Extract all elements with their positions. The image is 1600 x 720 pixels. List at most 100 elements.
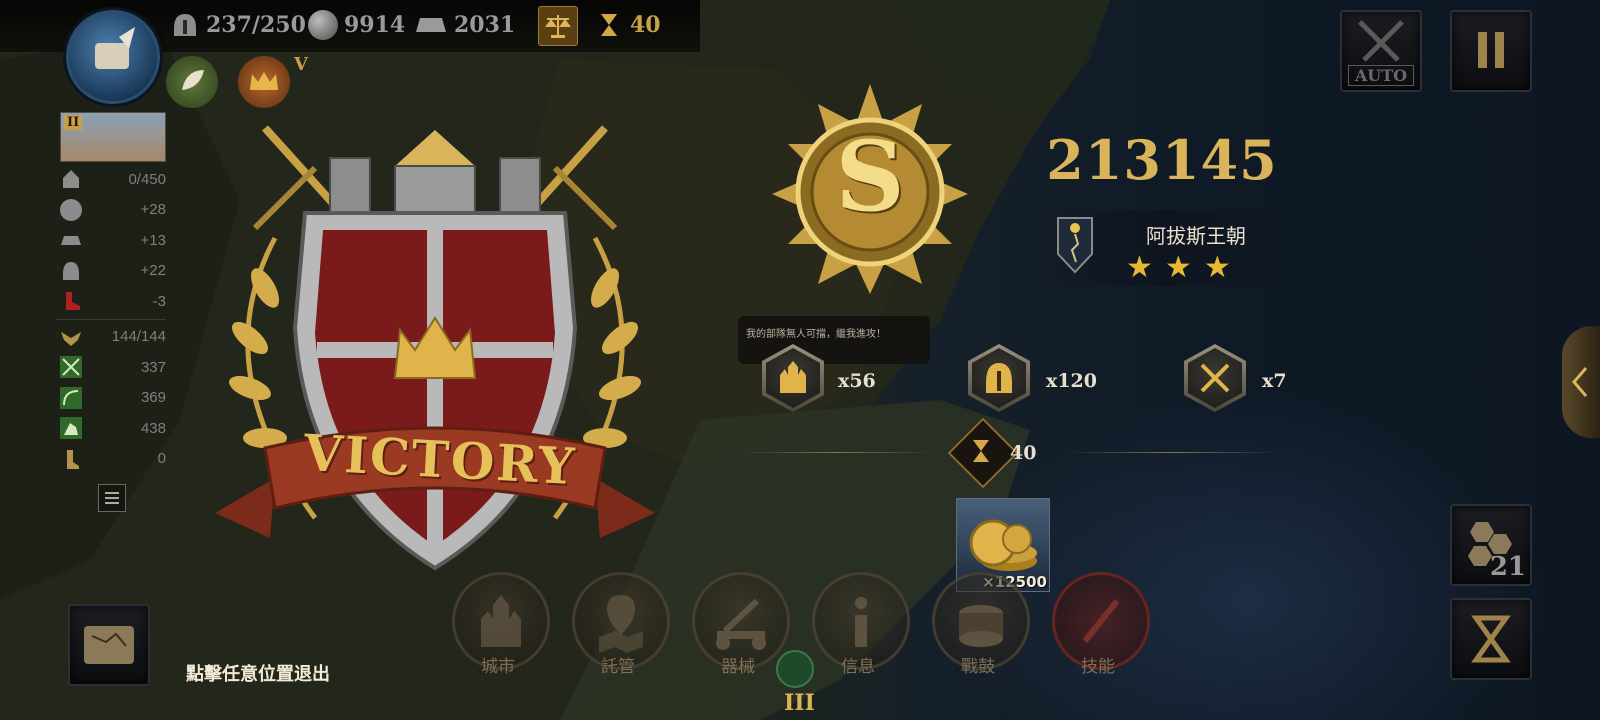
scroll-quill-icon — [95, 27, 135, 69]
archer-icon — [60, 386, 82, 409]
iron-resource: 2031 — [414, 6, 515, 44]
stat-row-infantry: 337 — [56, 352, 166, 383]
auto-battle-button[interactable]: AUTO — [1340, 10, 1422, 92]
stat-row-silver: +28 — [56, 195, 166, 226]
star-rating: ★★★ — [1126, 250, 1243, 285]
faction-name: 阿拔斯王朝 — [1146, 224, 1246, 248]
troops-resource: 237/250 — [170, 6, 306, 44]
pause-icon — [1478, 32, 1504, 68]
reward-count: x7 — [1262, 370, 1287, 392]
auto-label: AUTO — [1348, 65, 1414, 86]
side-drawer-toggle[interactable] — [1562, 326, 1600, 438]
stat-row-archer: 369 — [56, 383, 166, 414]
troops-value: 237/250 — [206, 12, 306, 38]
city-stats-panel: 0/450 +28 +13 +22 -3 144/144 337 369 438… — [56, 164, 166, 474]
cathedral-icon — [780, 361, 806, 393]
end-turn-button[interactable] — [1450, 598, 1532, 680]
reward-helmet — [968, 344, 1030, 412]
unit-marker[interactable] — [776, 650, 814, 688]
helmet-icon — [986, 363, 1012, 393]
faction-leaf-badge[interactable] — [166, 56, 218, 108]
info-menu-label: 信息 — [841, 657, 875, 677]
reward-count: x120 — [1046, 370, 1097, 392]
hourglass-icon — [973, 440, 989, 462]
city-icon — [60, 168, 82, 190]
stat-value: 144/144 — [111, 328, 166, 346]
star-icon: ★ — [1126, 250, 1165, 285]
turn-reward-value: 40 — [1010, 442, 1037, 464]
reward-count: x56 — [838, 370, 876, 392]
faction-crown-badge[interactable] — [238, 56, 290, 108]
helmet-icon — [174, 14, 196, 36]
skill-menu-label: 技能 — [1081, 657, 1115, 677]
silver-resource: 9914 — [308, 6, 405, 44]
stat-value: 369 — [140, 389, 166, 407]
eagle-icon — [60, 326, 82, 348]
city-level-badge: II — [64, 115, 83, 130]
grid-icon — [105, 492, 119, 504]
stat-row-move: 0 — [56, 444, 166, 475]
hex-grid-button[interactable]: 21 — [1450, 504, 1532, 586]
leaf-icon — [182, 70, 204, 90]
divider-left — [740, 452, 934, 453]
helmet-icon — [60, 260, 82, 282]
scales-button[interactable] — [538, 6, 578, 46]
stat-value: 337 — [140, 358, 166, 376]
stat-row-helmet: +22 — [56, 256, 166, 287]
cavalry-icon — [60, 417, 82, 440]
iron-ingot-icon — [60, 229, 82, 251]
stat-row-eagle: 144/144 — [56, 322, 166, 353]
silver-coin-icon — [308, 10, 338, 40]
faction-panel: 阿拔斯王朝 ★★★ — [1050, 210, 1282, 286]
stat-row-iron: +13 — [56, 225, 166, 256]
silver-coin-icon — [60, 198, 82, 221]
crown-icon — [250, 72, 278, 90]
stat-row-city: 0/450 — [56, 164, 166, 195]
star-icon: ★ — [1164, 250, 1204, 285]
scroll-map-icon — [84, 626, 134, 664]
city-menu-label: 城市 — [481, 657, 515, 677]
move-icon — [60, 448, 82, 470]
iron-ingot-icon — [416, 18, 446, 32]
turns-resource: 40 — [594, 6, 661, 44]
city-thumbnail[interactable]: II — [60, 112, 166, 162]
stat-row-boot: -3 — [56, 286, 166, 317]
iron-value: 2031 — [454, 12, 516, 38]
stat-value: +22 — [140, 262, 166, 280]
stat-value: 0 — [157, 450, 166, 468]
reward-swords — [1184, 344, 1246, 412]
stat-value: 438 — [140, 419, 166, 437]
faction-banner-icon — [1057, 217, 1093, 274]
unit-tooltip: 我的部隊無人可擋，繼我進攻！ — [738, 316, 930, 364]
victory-emblem — [215, 125, 655, 571]
stat-value: 0/450 — [128, 170, 166, 188]
hourglass-icon — [601, 14, 617, 36]
infantry-icon — [60, 356, 82, 379]
divider-right — [1066, 452, 1280, 453]
boot-icon — [60, 290, 82, 312]
war-drum-label: 戰鼓 — [961, 657, 995, 677]
chevron-left-icon — [1572, 367, 1588, 397]
unit-level-numeral: III — [784, 690, 815, 716]
crossed-swords-icon — [1200, 363, 1230, 393]
scales-icon — [545, 15, 571, 38]
score-value: 213145 — [1046, 128, 1278, 192]
rank-letter: S — [835, 120, 905, 233]
pause-button[interactable] — [1450, 10, 1532, 92]
world-map-button[interactable] — [68, 604, 150, 686]
turns-value: 40 — [630, 12, 661, 38]
silver-value: 9914 — [344, 12, 406, 38]
siege-menu-label: 器械 — [721, 657, 755, 677]
auto-manage-label: 託管 — [601, 657, 635, 677]
hourglass-icon — [1471, 615, 1511, 663]
hex-count: 21 — [1489, 552, 1526, 582]
rank-numeral: V — [294, 54, 308, 75]
crossed-swords-icon — [1358, 20, 1404, 62]
stat-value: -3 — [152, 292, 166, 310]
grid-toggle-button[interactable] — [98, 484, 126, 512]
exit-hint: 點擊任意位置退出 — [186, 664, 330, 685]
stat-row-cavalry: 438 — [56, 413, 166, 444]
player-avatar[interactable] — [66, 10, 160, 104]
star-icon: ★ — [1203, 250, 1243, 285]
stat-value: +28 — [140, 201, 166, 219]
